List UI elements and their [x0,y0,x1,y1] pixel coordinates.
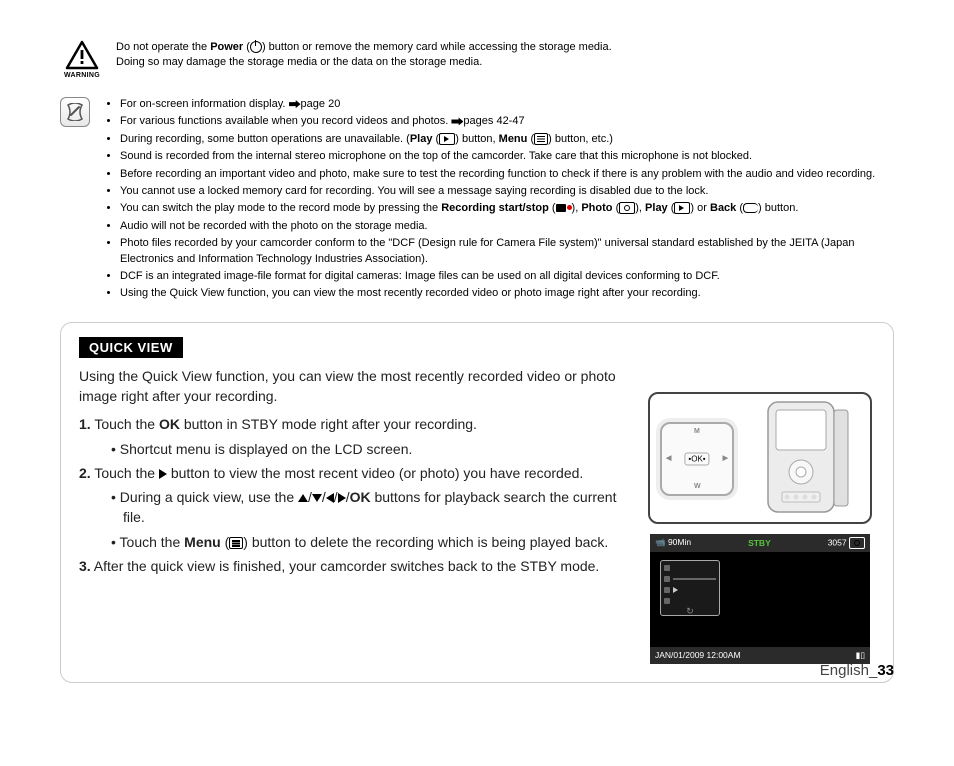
recording-icon [556,202,572,214]
warning-text: Do not operate the Power () button or re… [116,40,612,70]
right-icon [338,493,346,503]
page-footer: English_33 [820,662,894,679]
section-text: Using the Quick View function, you can v… [79,366,629,664]
device-illustration: M ◀ ▶ W •OK• [648,392,872,524]
note-list: For on-screen information display. page … [102,97,894,304]
note-item: Before recording an important video and … [120,167,894,182]
camcorder-icon [754,400,864,516]
lcd-screen-illustration: 📹 90Min STBY 3057 ↻ [650,534,870,664]
step-3: 3. After the quick view is finished, you… [79,556,629,576]
step-2-sub2: • Touch the Menu () button to delete the… [111,532,629,552]
play-triangle-icon [159,469,167,479]
note-item: Using the Quick View function, you can v… [120,286,894,301]
down-icon [312,494,322,502]
page-ref-icon [451,117,463,125]
note-item: Photo files recorded by your camcorder c… [120,236,894,267]
note-item: Sound is recorded from the internal ster… [120,149,894,164]
step-1-sub: • Shortcut menu is displayed on the LCD … [111,439,629,459]
play-icon [674,202,690,214]
power-icon [250,41,262,53]
note-item: For various functions available when you… [120,114,894,129]
photo-count: 3057 [828,537,865,549]
warning-block: WARNING Do not operate the Power () butt… [60,40,894,79]
note-block: For on-screen information display. page … [60,97,894,304]
note-item: You can switch the play mode to the reco… [120,201,894,216]
note-item: Audio will not be recorded with the phot… [120,219,894,234]
illustration-column: M ◀ ▶ W •OK• [645,392,875,664]
recording-mode-icon: 📹 90Min [655,537,691,548]
page-ref-icon [289,100,301,108]
quick-view-section: QUICK VIEW Using the Quick View function… [60,322,894,683]
step-1: 1. Touch the OK button in STBY mode righ… [79,414,629,434]
note-item: You cannot use a locked memory card for … [120,184,894,199]
stby-indicator: STBY [748,538,771,548]
screen-datetime: JAN/01/2009 12:00AM [655,650,741,660]
up-icon [298,494,308,502]
note-icon [60,97,90,127]
step-2: 2. Touch the button to view the most rec… [79,463,629,483]
section-title: QUICK VIEW [79,337,183,358]
warning-label: WARNING [64,72,100,79]
step-2-sub1: • During a quick view, use the ////OK bu… [111,487,629,528]
note-item: DCF is an integrated image-file format f… [120,269,894,284]
dpad-illustration: M ◀ ▶ W •OK• [660,422,734,496]
menu-icon [229,537,243,549]
warning-triangle-icon [65,40,99,70]
menu-icon [534,133,548,145]
note-item: For on-screen information display. page … [120,97,894,112]
photo-icon [619,202,635,214]
note-item: During recording, some button operations… [120,132,894,147]
shortcut-menu-box: ↻ [660,560,720,616]
warning-icon-wrap: WARNING [60,40,104,79]
back-icon [743,203,758,213]
battery-icon: ▮▯ [856,650,865,661]
play-icon [439,133,455,145]
left-icon [326,493,334,503]
